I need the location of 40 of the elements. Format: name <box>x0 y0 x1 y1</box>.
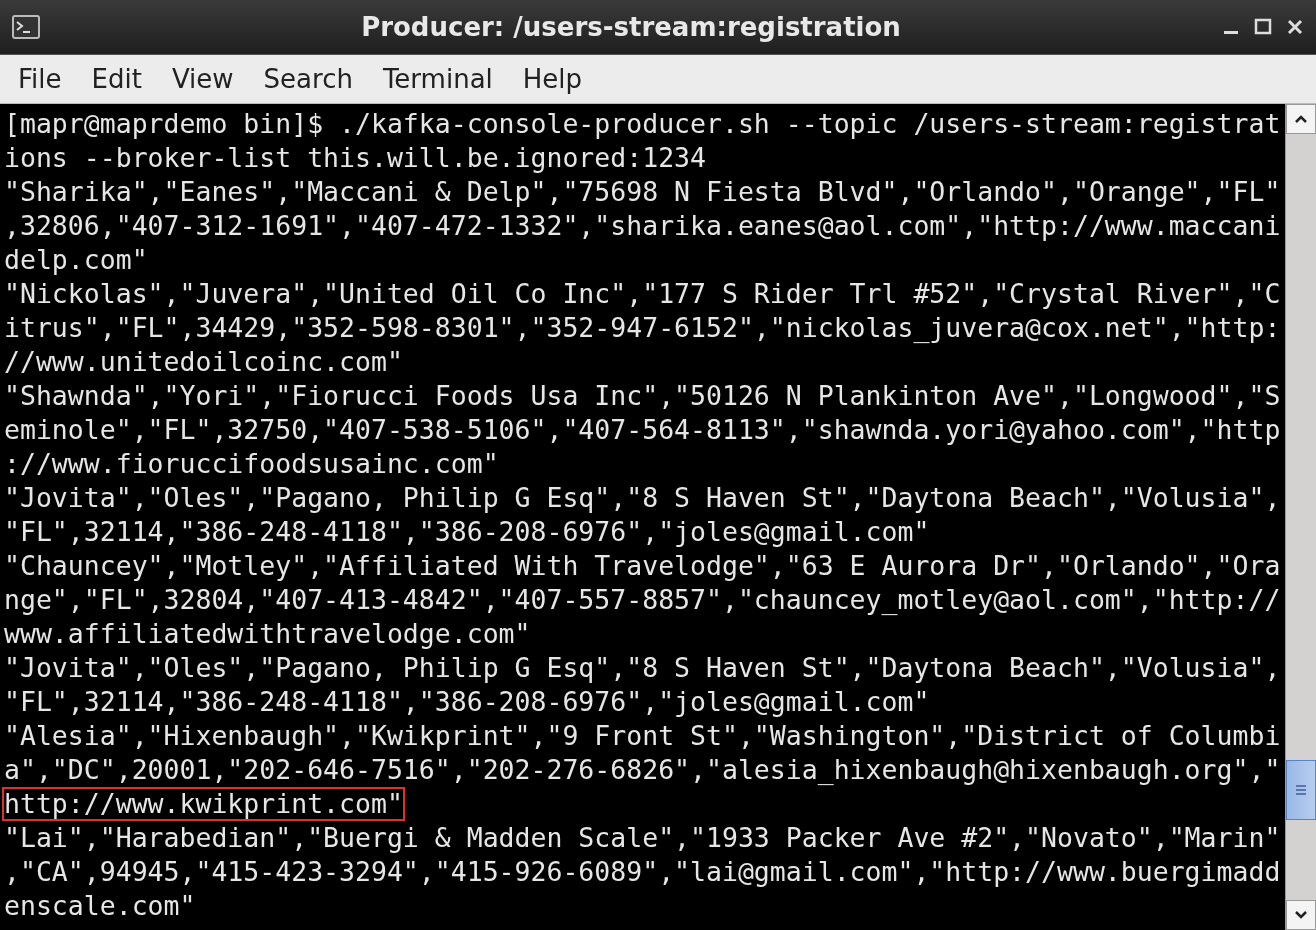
terminal-line: enscale.com" <box>4 891 196 921</box>
terminal-line: "Jovita","Oles","Pagano, Philip G Esq","8 S Haven St","Daytona Beach","Volusia", <box>4 653 1281 683</box>
maximize-icon[interactable] <box>1254 18 1272 36</box>
terminal-line: ,"CA",94945,"415-423-3294","415-926-6089","lai@gmail.com","http://www.buergimadd <box>4 857 1281 887</box>
terminal-line: ://www.fioruccifoodsusainc.com" <box>4 449 499 479</box>
terminal-line: "Alesia","Hixenbaugh","Kwikprint","9 Front St","Washington","District of Columbi <box>4 721 1281 751</box>
terminal-line: ,32806,"407-312-1691","407-472-1332","sharika.eanes@aol.com","http://www.maccani <box>4 211 1281 241</box>
menu-item[interactable]: View <box>161 64 244 94</box>
terminal-line: //www.unitedoilcoinc.com" <box>4 347 403 377</box>
menu-item[interactable]: Terminal <box>372 64 503 94</box>
terminal-line: "Shawnda","Yori","Fiorucci Foods Usa Inc","50126 N Plankinton Ave","Longwood","S <box>4 381 1281 411</box>
terminal-line: "FL",32114,"386-248-4118","386-208-6976","joles@gmail.com" <box>4 517 930 547</box>
scroll-down-button[interactable] <box>1286 900 1316 930</box>
terminal-line: www.affiliatedwithtravelodge.com" <box>4 619 531 649</box>
terminal-line: a","DC",20001,"202-646-7516","202-276-6826","alesia_hixenbaugh@hixenbaugh.org"," <box>4 755 1281 785</box>
terminal-line: "Chauncey","Motley","Affiliated With Travelodge","63 E Aurora Dr","Orlando","Ora <box>4 551 1281 581</box>
terminal-line: nge","FL",32804,"407-413-4842","407-557-8857","chauncey_motley@aol.com","http:// <box>4 585 1281 615</box>
terminal-icon <box>12 15 40 39</box>
menu-item[interactable]: Search <box>253 64 363 94</box>
terminal-line: "Lai","Harabedian","Buergi & Madden Scale","1933 Packer Ave #2","Novato","Marin" <box>4 823 1281 853</box>
scroll-thumb[interactable] <box>1286 760 1316 820</box>
chevron-up-icon <box>1294 114 1308 124</box>
menu-item[interactable]: Edit <box>81 64 152 94</box>
terminal-line: "Jovita","Oles","Pagano, Philip G Esq","8 S Haven St","Daytona Beach","Volusia", <box>4 483 1281 513</box>
terminal-line: [mapr@maprdemo bin]$ ./kafka-console-producer.sh --topic /users-stream:registrat <box>4 109 1281 139</box>
terminal-line: http://www.kwikprint.com" <box>4 789 403 819</box>
menu-item[interactable]: Help <box>512 64 593 94</box>
menu-item[interactable]: File <box>8 64 72 94</box>
terminal-line: itrus","FL",34429,"352-598-8301","352-947-6152","nickolas_juvera@cox.net","http: <box>4 313 1281 343</box>
terminal-line: delp.com" <box>4 245 148 275</box>
scrollbar[interactable] <box>1285 104 1316 930</box>
close-icon[interactable] <box>1286 18 1304 36</box>
terminal-line: "FL",32114,"386-248-4118","386-208-6976","joles@gmail.com" <box>4 687 930 717</box>
terminal-line: "Nickolas","Juvera","United Oil Co Inc","177 S Rider Trl #52","Crystal River","C <box>4 279 1281 309</box>
terminal-line: eminole","FL",32750,"407-538-5106","407-564-8113","shawnda.yori@yahoo.com","http <box>4 415 1281 445</box>
window-title: Producer: /users-stream:registration <box>360 12 902 42</box>
chevron-down-icon <box>1294 910 1308 920</box>
scroll-up-button[interactable] <box>1286 104 1316 134</box>
terminal-line: ions --broker-list this.will.be.ignored:1234 <box>4 143 706 173</box>
terminal-line: "Sharika","Eanes","Maccani & Delp","75698 N Fiesta Blvd","Orlando","Orange","FL" <box>4 177 1281 207</box>
